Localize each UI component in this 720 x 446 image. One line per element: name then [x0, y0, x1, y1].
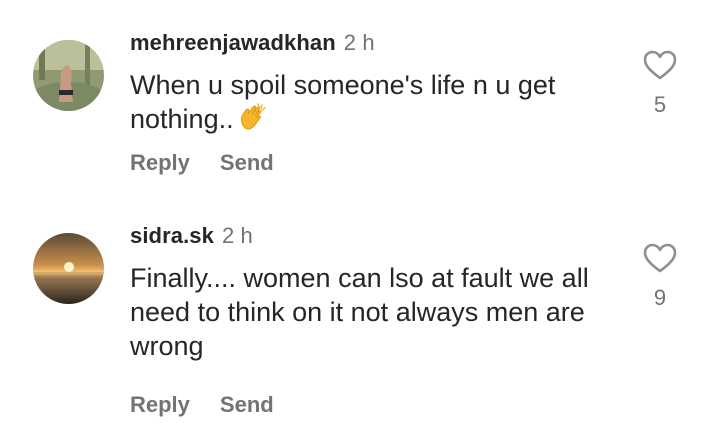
like-count: 9	[653, 285, 667, 310]
comment-time: 2 h	[221, 223, 253, 248]
like-control: 9	[642, 243, 678, 311]
comment-username[interactable]: sidra.sk 2 h	[130, 223, 253, 249]
avatar[interactable]	[33, 233, 104, 304]
username-label[interactable]: sidra.sk	[130, 223, 214, 248]
comment-text: Finally.... women can lso at fault we al…	[130, 261, 610, 363]
send-button[interactable]: Send	[220, 392, 274, 417]
comment-item: sidra.sk 2 h Finally.... women can lso at…	[0, 0, 720, 446]
reply-button[interactable]: Reply	[130, 392, 190, 417]
heart-icon[interactable]	[643, 243, 677, 273]
comment-actions: Reply Send	[130, 392, 274, 418]
comment-text-body: Finally.... women can lso at fault we al…	[130, 263, 589, 361]
